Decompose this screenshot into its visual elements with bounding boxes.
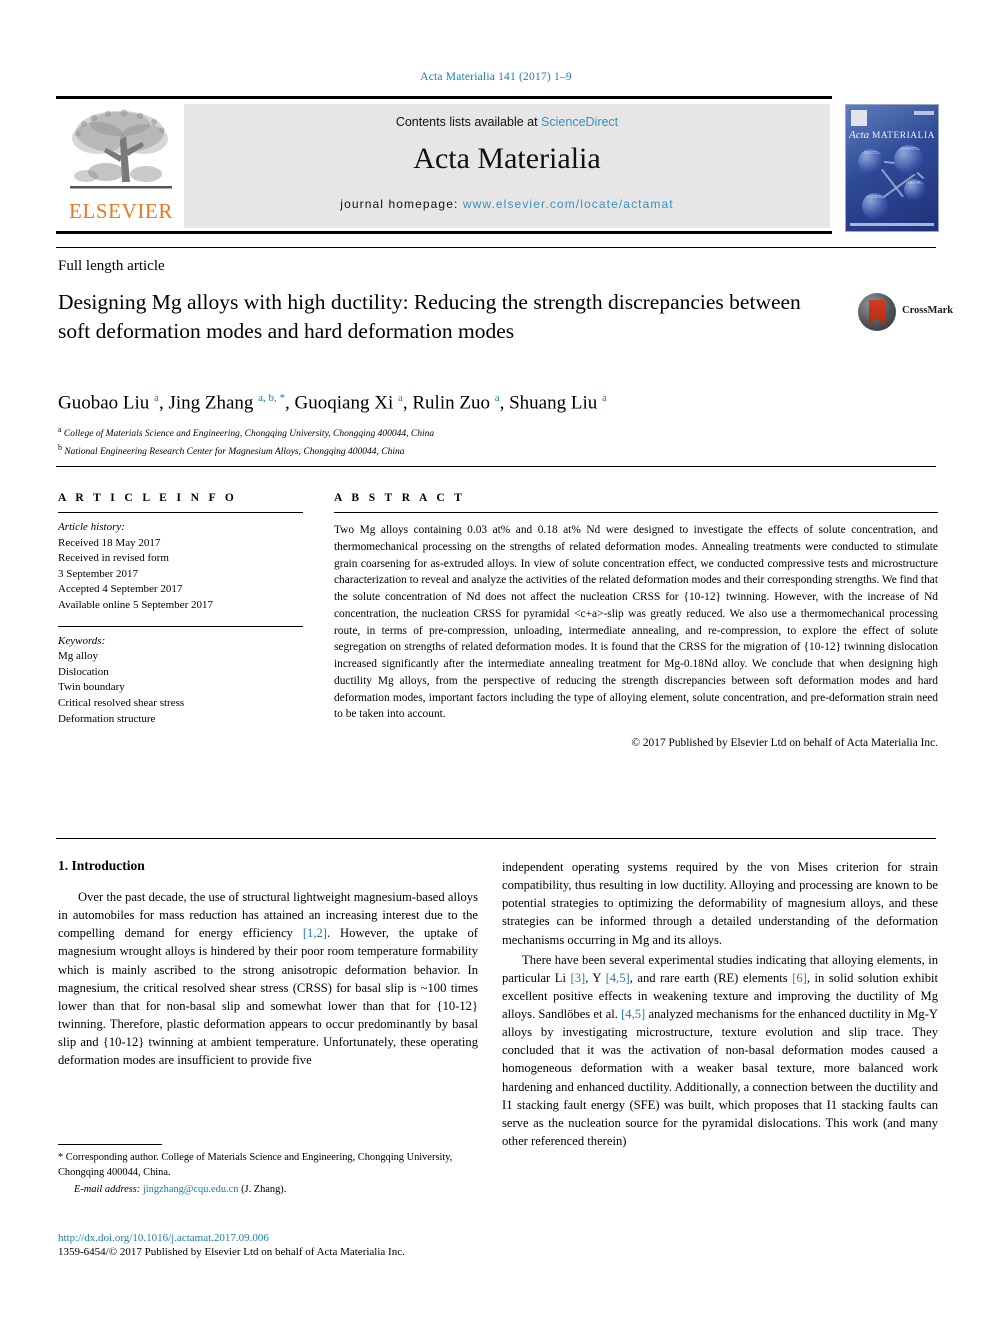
crossmark-bookmark-icon [869,300,885,325]
article-type-label: Full length article [58,258,165,274]
elsevier-wordmark: ELSEVIER [69,199,173,223]
footnote-block: * Corresponding author. College of Mater… [58,1144,478,1195]
paper-page: Acta Materialia 141 (2017) 1–9 ELSEVIER … [0,0,992,1323]
affiliation-item: a College of Materials Science and Engin… [58,425,435,440]
section-heading-introduction: 1. Introduction [58,858,145,873]
affiliation-list: a College of Materials Science and Engin… [58,424,758,460]
keyword-item: Dislocation [58,665,109,678]
cover-node-structure: STRUCTURE [858,149,884,175]
keywords-rule [58,625,303,627]
sciencedirect-link[interactable]: ScienceDirect [541,115,618,129]
citation-ref[interactable]: [6] [792,971,807,985]
body-top-divider [56,838,936,839]
footer-block: http://dx.doi.org/10.1016/j.actamat.2017… [58,1232,518,1258]
paragraph: independent operating systems required b… [502,860,938,947]
abstract-rule [334,512,938,513]
body-column-left: 1. Introduction Over the past decade, th… [58,858,478,1071]
masthead-top-rule [56,96,832,99]
crossmark-label: CrossMark [902,305,954,316]
history-item: Accepted 4 September 2017 [58,583,183,596]
cover-title: Acta MATERIALIA [846,129,938,141]
issn-copyright-line: 1359-6454/© 2017 Published by Elsevier L… [58,1246,405,1258]
email-link[interactable]: jingzhang@cqu.edu.cn [143,1184,239,1195]
abstract-top-divider [56,466,936,467]
keyword-item: Twin boundary [58,681,125,694]
page-title: Designing Mg alloys with high ductility:… [58,290,801,343]
cover-node-processing: PROCESSING [862,193,888,219]
cover-title-caps: MATERIALIA [871,131,935,141]
journal-masthead-panel: Contents lists available at ScienceDirec… [184,104,830,228]
citation-ref[interactable]: [4,5] [621,1007,645,1021]
citation-ref[interactable]: [1,2] [303,926,327,940]
body-column-right: independent operating systems required b… [502,858,938,1152]
masthead-bottom-rule [56,231,832,234]
cover-elsevier-icon [851,110,867,126]
keyword-item: Mg alloy [58,650,99,663]
citation-ref[interactable]: [4,5] [606,971,630,985]
journal-homepage-line: journal homepage: www.elsevier.com/locat… [184,197,830,211]
history-item: Received 18 May 2017 [58,536,161,549]
citation-ref[interactable]: [3] [571,971,586,985]
elsevier-logo: ELSEVIER [58,104,184,228]
contents-available-line: Contents lists available at ScienceDirec… [184,115,830,129]
cover-title-italic: Acta [849,129,870,141]
email-label: E-mail address: [74,1183,141,1195]
paragraph: There have been several experimental stu… [502,952,939,1148]
keywords-block: Keywords: Mg alloy Dislocation Twin boun… [58,634,303,728]
cover-corner-mark [914,111,934,115]
cover-node-theory: THEORY [904,179,925,200]
article-history-block: Article history: Received 18 May 2017 Re… [58,520,303,614]
email-note: E-mail address: jingzhang@cqu.edu.cn (J.… [58,1184,478,1195]
elsevier-tree-icon [70,109,172,189]
cover-node-properties: PROPERTIES [894,145,924,175]
cover-footer-bar [850,223,934,226]
contents-prefix: Contents lists available at [395,115,542,129]
keyword-item: Critical resolved shear stress [58,697,185,710]
running-head: Acta Materialia 141 (2017) 1–9 [420,71,572,83]
footnote-rule [58,1144,162,1145]
affiliation-item: b National Engineering Research Center f… [58,442,405,458]
header-divider [56,247,936,248]
crossmark-badge[interactable]: CrossMark [858,292,953,334]
history-item: Received in revised form [58,552,169,565]
email-owner: (J. Zhang). [241,1183,287,1195]
keywords-label: Keywords: [58,634,106,647]
homepage-prefix: journal homepage: [340,197,463,211]
journal-cover-thumbnail[interactable]: Acta MATERIALIA STRUCTURE PROPERTIES THE… [845,104,939,232]
paragraph: Over the past decade, the use of structu… [58,890,478,1068]
journal-title: Acta Materialia [413,142,601,175]
article-info-heading: A R T I C L E I N F O [58,492,238,504]
crossmark-circle-icon [858,293,896,331]
abstract-heading: A B S T R A C T [334,492,466,504]
article-info-rule [58,512,303,513]
article-history-label: Article history: [58,521,125,533]
keyword-item: Deformation structure [58,712,156,725]
article-info-column: A R T I C L E I N F O Article history: R… [58,492,303,727]
history-item: 3 September 2017 [58,567,139,580]
journal-homepage-link[interactable]: www.elsevier.com/locate/actamat [463,197,674,211]
author-list: Guobao Liu a, Jing Zhang a, b, *, Guoqia… [58,392,607,414]
corresponding-author-note: * Corresponding author. College of Mater… [58,1152,453,1178]
doi-link[interactable]: http://dx.doi.org/10.1016/j.actamat.2017… [58,1232,518,1244]
abstract-text: Two Mg alloys containing 0.03 at% and 0.… [334,524,938,721]
abstract-copyright: © 2017 Published by Elsevier Ltd on beha… [631,737,938,750]
abstract-column: A B S T R A C T Two Mg alloys containing… [334,492,938,749]
history-item: Available online 5 September 2017 [58,599,213,612]
